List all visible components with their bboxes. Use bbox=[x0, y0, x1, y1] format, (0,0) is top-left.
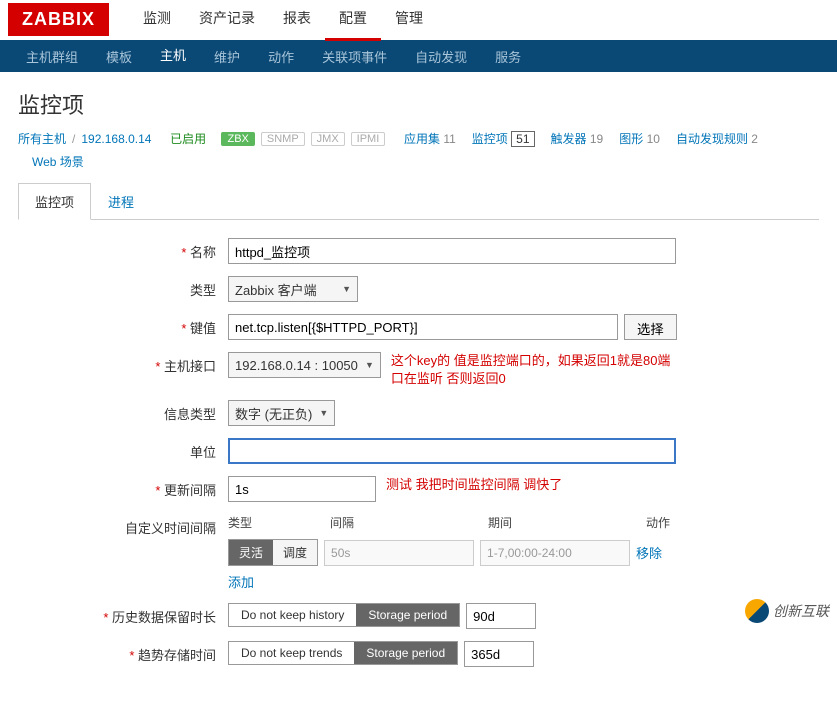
tabs: 监控项 进程 bbox=[18, 182, 819, 220]
crumb-host-ip[interactable]: 192.168.0.14 bbox=[81, 132, 151, 146]
toggle-interval-type: 灵活 调度 bbox=[228, 539, 318, 566]
count-apps[interactable]: 应用集 11 bbox=[404, 130, 456, 147]
breadcrumb: 所有主机 / 192.168.0.14 已启用 ZBX SNMP JMX IPM… bbox=[0, 130, 837, 182]
status-enabled: 已启用 bbox=[170, 130, 206, 147]
count-discovery[interactable]: 自动发现规则 2 bbox=[676, 130, 758, 147]
page-header: 监控项 bbox=[0, 72, 837, 130]
badge-ipmi: IPMI bbox=[351, 132, 386, 146]
input-trends-period[interactable] bbox=[464, 641, 534, 667]
tab-item[interactable]: 监控项 bbox=[18, 183, 91, 220]
sub-nav-maintenance[interactable]: 维护 bbox=[200, 39, 254, 74]
label-host-if: 主机接口 bbox=[18, 352, 228, 375]
count-triggers[interactable]: 触发器 19 bbox=[551, 130, 604, 147]
annot-key: 这个key的 值是监控端口的，如果返回1就是80端口在监听 否则返回0 bbox=[391, 352, 671, 388]
link-add-interval[interactable]: 添加 bbox=[228, 575, 254, 590]
sub-nav-services[interactable]: 服务 bbox=[481, 39, 535, 74]
top-menu-admin[interactable]: 管理 bbox=[381, 0, 437, 41]
link-remove-interval[interactable]: 移除 bbox=[636, 543, 662, 562]
label-type: 类型 bbox=[18, 276, 228, 299]
crumb-all-hosts[interactable]: 所有主机 bbox=[18, 130, 66, 147]
seg-history-storage[interactable]: Storage period bbox=[356, 604, 459, 626]
label-info-type: 信息类型 bbox=[18, 400, 228, 423]
ih-action: 动作 bbox=[646, 514, 696, 531]
sub-nav-discovery[interactable]: 自动发现 bbox=[401, 39, 481, 74]
sub-nav-hosts[interactable]: 主机 bbox=[146, 37, 200, 75]
seg-trends-storage[interactable]: Storage period bbox=[354, 642, 457, 664]
label-unit: 单位 bbox=[18, 438, 228, 461]
tab-process[interactable]: 进程 bbox=[91, 183, 151, 220]
sub-nav: 主机群组 模板 主机 维护 动作 关联项事件 自动发现 服务 bbox=[0, 40, 837, 72]
badge-jmx: JMX bbox=[311, 132, 345, 146]
watermark-icon bbox=[745, 599, 769, 623]
sub-nav-hostgroups[interactable]: 主机群组 bbox=[12, 39, 92, 74]
label-custom-interval: 自定义时间间隔 bbox=[18, 514, 228, 537]
ih-type: 类型 bbox=[228, 514, 330, 531]
input-name[interactable] bbox=[228, 238, 676, 264]
sub-nav-correlation[interactable]: 关联项事件 bbox=[308, 39, 401, 74]
label-trends: 趋势存储时间 bbox=[18, 641, 228, 664]
interval-row: 灵活 调度 移除 bbox=[228, 539, 696, 566]
ih-interval: 间隔 bbox=[330, 514, 488, 531]
badge-zbx: ZBX bbox=[221, 132, 254, 146]
page-title: 监控项 bbox=[18, 88, 819, 120]
form: 名称 类型 Zabbix 客户端 键值 选择 主机接口 192.168.0.14… bbox=[0, 220, 837, 709]
select-host-if[interactable]: 192.168.0.14 : 10050 bbox=[228, 352, 381, 378]
input-unit[interactable] bbox=[228, 438, 676, 464]
input-key[interactable] bbox=[228, 314, 618, 340]
toggle-flexible[interactable]: 灵活 bbox=[229, 540, 273, 565]
input-custom-period[interactable] bbox=[480, 540, 630, 566]
annot-interval: 测试 我把时间监控间隔 调快了 bbox=[386, 476, 562, 494]
top-menu-monitor[interactable]: 监测 bbox=[129, 0, 185, 41]
watermark-text: 创新互联 bbox=[773, 601, 829, 621]
top-menu-config[interactable]: 配置 bbox=[325, 0, 381, 41]
label-interval: 更新间隔 bbox=[18, 476, 228, 499]
seg-trends-none[interactable]: Do not keep trends bbox=[229, 642, 354, 664]
input-custom-interval[interactable] bbox=[324, 540, 474, 566]
select-type[interactable]: Zabbix 客户端 bbox=[228, 276, 358, 302]
badge-snmp: SNMP bbox=[261, 132, 305, 146]
label-key: 键值 bbox=[18, 314, 228, 337]
toggle-schedule[interactable]: 调度 bbox=[273, 540, 317, 565]
select-info-type[interactable]: 数字 (无正负) bbox=[228, 400, 335, 426]
top-menu-inventory[interactable]: 资产记录 bbox=[185, 0, 269, 41]
watermark: 创新互联 bbox=[745, 599, 829, 623]
top-menu-reports[interactable]: 报表 bbox=[269, 0, 325, 41]
sub-nav-templates[interactable]: 模板 bbox=[92, 39, 146, 74]
interval-header: 类型 间隔 期间 动作 bbox=[228, 514, 696, 531]
input-history-period[interactable] bbox=[466, 603, 536, 629]
logo[interactable]: ZABBIX bbox=[8, 3, 109, 36]
sub-nav-actions[interactable]: 动作 bbox=[254, 39, 308, 74]
top-menu: 监测 资产记录 报表 配置 管理 bbox=[129, 0, 437, 41]
button-select-key[interactable]: 选择 bbox=[624, 314, 677, 340]
seg-history-none[interactable]: Do not keep history bbox=[229, 604, 356, 626]
segment-history: Do not keep history Storage period bbox=[228, 603, 460, 627]
top-nav: ZABBIX 监测 资产记录 报表 配置 管理 bbox=[0, 0, 837, 40]
label-history: 历史数据保留时长 bbox=[18, 603, 228, 626]
crumb-sep: / bbox=[72, 132, 75, 146]
segment-trends: Do not keep trends Storage period bbox=[228, 641, 458, 665]
input-interval[interactable] bbox=[228, 476, 376, 502]
count-items[interactable]: 监控项 51 bbox=[472, 130, 535, 147]
ih-period: 期间 bbox=[488, 514, 646, 531]
count-graphs[interactable]: 图形 10 bbox=[619, 130, 660, 147]
count-web[interactable]: Web 场景 bbox=[32, 153, 84, 170]
label-name: 名称 bbox=[18, 238, 228, 261]
